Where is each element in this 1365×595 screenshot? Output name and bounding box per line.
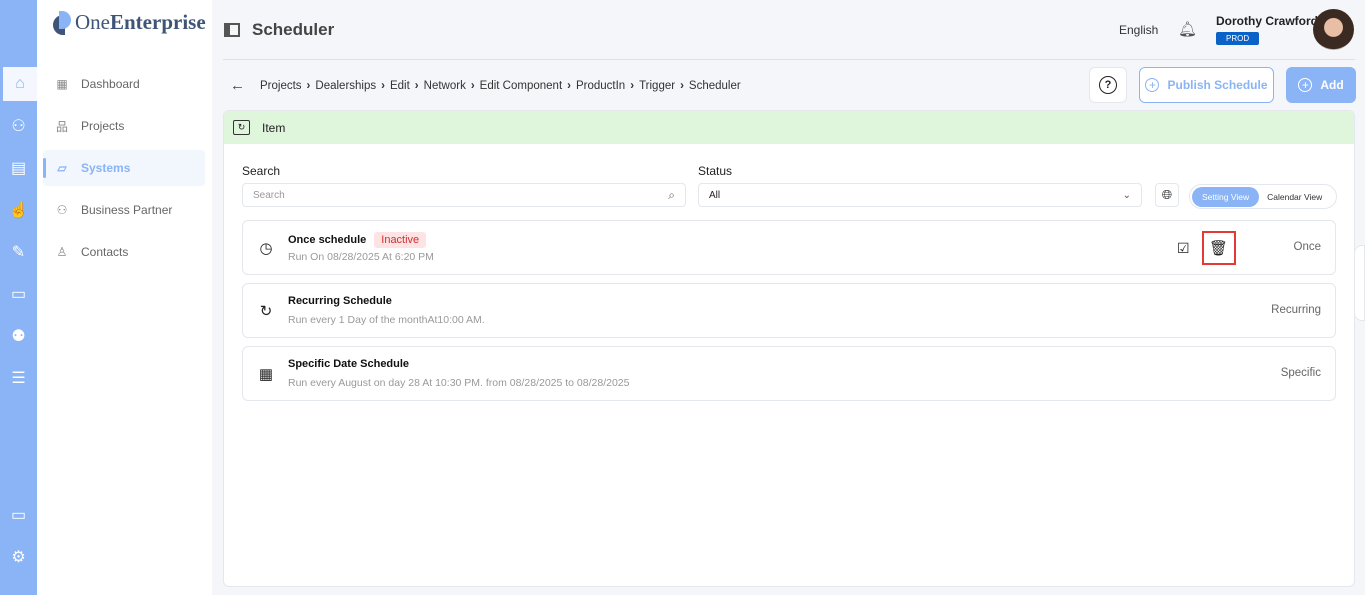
- people-icon[interactable]: ⚉: [0, 319, 37, 353]
- breadcrumb-item[interactable]: Edit Component: [480, 80, 562, 92]
- schedule-description: Run every August on day 28 At 10:30 PM. …: [288, 377, 630, 389]
- users-icon[interactable]: ⚇: [0, 109, 37, 143]
- tab-calendar-view[interactable]: Calendar View: [1259, 187, 1330, 207]
- view-toggle: Setting View Calendar View: [1189, 184, 1337, 209]
- breadcrumb-item[interactable]: Projects: [260, 80, 302, 92]
- breadcrumb-item[interactable]: ProductIn: [576, 80, 625, 92]
- chevron-down-icon: ⌄: [1122, 189, 1131, 201]
- monitor-grid-icon[interactable]: ▭: [0, 498, 37, 532]
- logo-text-light: One: [75, 10, 110, 34]
- sidebar-item-label: Dashboard: [81, 77, 140, 91]
- search-label: Search: [242, 164, 281, 178]
- rail-top: [0, 5, 37, 39]
- item-icon: ↻: [233, 120, 250, 135]
- card-title: Item: [262, 120, 286, 135]
- breadcrumb-item[interactable]: Network: [424, 80, 466, 92]
- sidebar-item-contacts[interactable]: ♙ Contacts: [43, 234, 205, 270]
- divider: [223, 59, 1355, 60]
- schedule-description: Run every 1 Day of the monthAt10:00 AM.: [288, 314, 485, 326]
- search-icon: ⌕: [668, 187, 675, 202]
- user-name[interactable]: Dorothy Crawford: [1216, 14, 1318, 28]
- schedule-type: Recurring: [1271, 304, 1321, 316]
- schedule-title: Once schedule: [288, 234, 367, 246]
- monitor-chart-icon[interactable]: ▭: [0, 277, 37, 311]
- language-selector[interactable]: English: [1119, 23, 1158, 37]
- logo-text-bold: Enterprise: [110, 10, 206, 34]
- icon-rail: ⌂ ⚇ ▤ ☝ ✎ ▭ ⚉ ☰ ▭ ⚙: [0, 0, 37, 595]
- sidebar-item-systems[interactable]: ▱ Systems: [43, 150, 205, 186]
- sidebar-item-dashboard[interactable]: ▦ Dashboard: [43, 66, 205, 102]
- schedule-row[interactable]: ◷ Once schedule Inactive Run On 08/28/202…: [242, 220, 1336, 275]
- hierarchy-icon: 品: [55, 119, 68, 134]
- plus-circle-icon: +: [1298, 78, 1313, 92]
- breadcrumb-item: Scheduler: [688, 80, 741, 92]
- home-icon[interactable]: ⌂: [0, 67, 37, 101]
- logo: One Enterprise: [53, 10, 206, 35]
- sidebar-item-label: Business Partner: [81, 203, 173, 217]
- card-header: ↻ Item: [224, 111, 1354, 144]
- panel-toggle-icon[interactable]: [224, 23, 240, 37]
- add-label: Add: [1320, 78, 1344, 92]
- publish-label: Publish Schedule: [1167, 78, 1268, 92]
- plus-circle-icon: +: [1145, 78, 1160, 92]
- schedule-title: Recurring Schedule: [288, 295, 392, 307]
- search-placeholder: Search: [253, 189, 285, 201]
- schedule-title: Specific Date Schedule: [288, 358, 410, 370]
- status-label: Status: [698, 164, 733, 178]
- status-select[interactable]: All ⌄: [698, 183, 1142, 207]
- side-drawer-handle[interactable]: [1354, 245, 1365, 321]
- gear-icon[interactable]: ⚙: [0, 540, 37, 574]
- systems-icon: ▱: [57, 161, 67, 175]
- help-icon: ?: [1099, 76, 1117, 94]
- breadcrumb: Projects › Dealerships › Edit › Network › Ed…: [260, 80, 741, 92]
- dashboard-icon: ▦: [56, 77, 68, 91]
- env-badge: PROD: [1216, 32, 1260, 45]
- tab-setting-view[interactable]: Setting View: [1192, 186, 1260, 207]
- sidebar-item-label: Systems: [81, 161, 131, 175]
- globe-icon[interactable]: 🌐︎: [1155, 183, 1179, 207]
- publish-schedule-button[interactable]: + Publish Schedule: [1139, 67, 1274, 103]
- tools-icon[interactable]: ✎: [0, 235, 37, 269]
- sidebar: One Enterprise ▦ Dashboard 品 Projects ▱ Syst…: [37, 0, 212, 595]
- schedule-row[interactable]: ▦ Specific Date Schedule Run every Augus…: [242, 346, 1336, 401]
- activate-icon[interactable]: ☑: [1177, 240, 1190, 257]
- clock-icon: ◷: [259, 240, 273, 257]
- sidebar-item-business-partner[interactable]: ⚇ Business Partner: [43, 192, 205, 228]
- breadcrumb-item[interactable]: Trigger: [639, 80, 675, 92]
- calendar-icon: ▦: [258, 366, 274, 383]
- schedule-row[interactable]: ↻ Recurring Schedule Run every 1 Day of …: [242, 283, 1336, 338]
- page-title: Scheduler: [252, 20, 335, 39]
- breadcrumb-item[interactable]: Dealerships: [315, 80, 376, 92]
- recurring-clock-icon: ↻: [259, 303, 273, 320]
- sidebar-item-projects[interactable]: 品 Projects: [43, 108, 205, 144]
- add-button[interactable]: + Add: [1286, 67, 1356, 103]
- sidebar-item-label: Contacts: [81, 245, 129, 259]
- breadcrumb-item[interactable]: Edit: [390, 80, 410, 92]
- bell-icon[interactable]: 🔔︎: [1178, 20, 1197, 38]
- status-value: All: [709, 189, 721, 201]
- back-arrow-icon[interactable]: ←: [230, 77, 245, 94]
- schedule-type: Specific: [1280, 367, 1321, 379]
- server-icon[interactable]: ☰: [0, 361, 37, 395]
- trash-icon[interactable]: 🗑︎: [1201, 231, 1236, 265]
- search-input[interactable]: Search ⌕: [242, 183, 686, 207]
- status-badge: Inactive: [374, 232, 427, 248]
- store-icon[interactable]: ▤: [0, 151, 37, 185]
- schedule-card: ↻ Item Search Search ⌕ Status All ⌄ 🌐︎ Sett…: [223, 110, 1355, 587]
- avatar[interactable]: [1313, 9, 1354, 50]
- partners-icon: ⚇: [56, 203, 68, 217]
- person-icon: ♙: [56, 245, 68, 259]
- sidebar-item-label: Projects: [81, 119, 125, 133]
- help-button[interactable]: ?: [1089, 67, 1127, 103]
- page-header: Scheduler: [224, 20, 334, 40]
- schedule-description: Run On 08/28/2025 At 6:20 PM: [288, 251, 434, 263]
- schedule-type: Once: [1293, 241, 1322, 253]
- touch-icon[interactable]: ☝: [0, 193, 37, 227]
